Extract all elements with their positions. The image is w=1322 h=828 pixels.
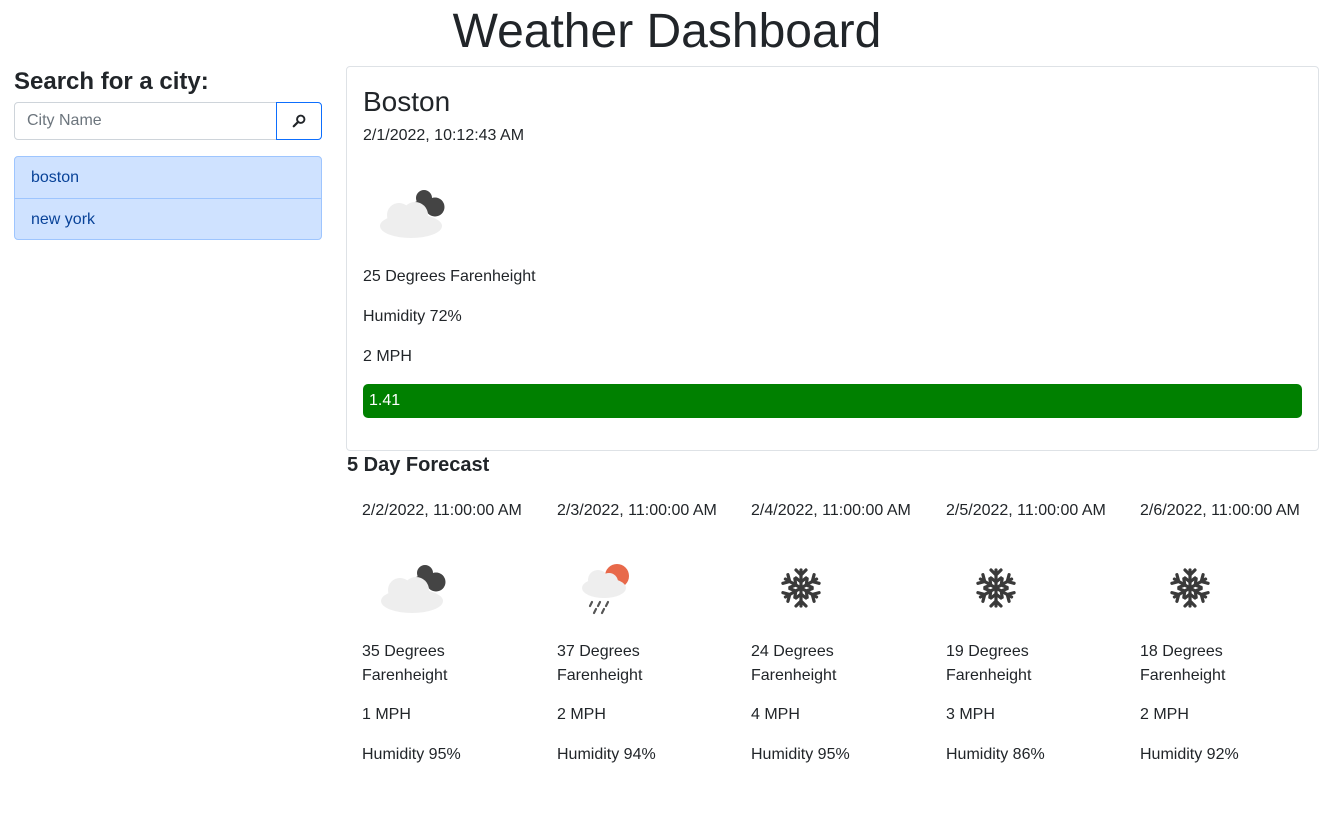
search-button[interactable] (276, 102, 322, 140)
forecast-humidity: Humidity 95% (362, 746, 461, 763)
forecast-card: 2/6/2022, 11:00:00 AM 18 Degrees Farenhe… (1140, 500, 1322, 780)
current-datetime: 2/1/2022, 10:12:43 AM (363, 127, 525, 144)
forecast-date: 2/5/2022, 11:00:00 AM (946, 502, 1106, 519)
forecast-card: 2/4/2022, 11:00:00 AM 24 Degrees Farenhe… (751, 500, 941, 780)
forecast-date: 2/6/2022, 11:00:00 AM (1140, 502, 1300, 519)
forecast-date: 2/3/2022, 11:00:00 AM (557, 502, 717, 519)
forecast-temperature: 37 Degrees Farenheight (557, 643, 643, 684)
current-wind: 2 MPH (363, 348, 412, 365)
history-item-new-york[interactable]: new york (15, 198, 321, 239)
forecast-date: 2/2/2022, 11:00:00 AM (362, 502, 522, 519)
forecast-card: 2/2/2022, 11:00:00 AM 35 Degrees Farenhe… (362, 500, 552, 780)
cloudy-icon (381, 565, 446, 613)
rain-sun-icon (582, 564, 629, 615)
forecast-heading: 5 Day Forecast (347, 454, 490, 476)
uv-index-bar: 1.41 (363, 384, 1302, 418)
forecast-wind: 1 MPH (362, 706, 411, 723)
current-humidity: Humidity 72% (363, 308, 462, 325)
forecast-card: 2/5/2022, 11:00:00 AM 19 Degrees Farenhe… (946, 500, 1136, 780)
city-search-input[interactable] (14, 102, 277, 140)
search-history-list: boston new york (14, 156, 322, 240)
forecast-humidity: Humidity 95% (751, 746, 850, 763)
forecast-temperature: 19 Degrees Farenheight (946, 643, 1032, 684)
snowflake-icon (781, 568, 821, 608)
current-temperature: 25 Degrees Farenheight (363, 268, 536, 285)
forecast-wind: 2 MPH (557, 706, 606, 723)
cloudy-icon (380, 190, 445, 238)
magnifier-icon (292, 114, 306, 128)
forecast-wind: 4 MPH (751, 706, 800, 723)
city-name: Boston (363, 86, 451, 117)
search-group (14, 102, 322, 140)
forecast-card: 2/3/2022, 11:00:00 AM 37 Degrees Farenhe… (557, 500, 747, 780)
snowflake-icon (976, 568, 1016, 608)
forecast-temperature: 18 Degrees Farenheight (1140, 643, 1226, 684)
search-heading: Search for a city: (14, 68, 209, 95)
history-item-boston[interactable]: boston (15, 157, 321, 198)
forecast-wind: 3 MPH (946, 706, 995, 723)
forecast-wind: 2 MPH (1140, 706, 1189, 723)
uv-index-value: 1.41 (369, 392, 401, 409)
page-title: Weather Dashboard (452, 5, 882, 58)
sidebar: Search for a city: boston new york (14, 66, 322, 240)
forecast-row: 2/2/2022, 11:00:00 AM 35 Degrees Farenhe… (362, 500, 1322, 780)
snowflake-icon (1170, 568, 1210, 608)
forecast-humidity: Humidity 92% (1140, 746, 1239, 763)
forecast-temperature: 35 Degrees Farenheight (362, 643, 448, 684)
forecast-temperature: 24 Degrees Farenheight (751, 643, 837, 684)
forecast-humidity: Humidity 94% (557, 746, 656, 763)
forecast-humidity: Humidity 86% (946, 746, 1045, 763)
forecast-date: 2/4/2022, 11:00:00 AM (751, 502, 911, 519)
current-weather-card: Boston 2/1/2022, 10:12:43 AM 25 Degrees … (346, 66, 1319, 451)
